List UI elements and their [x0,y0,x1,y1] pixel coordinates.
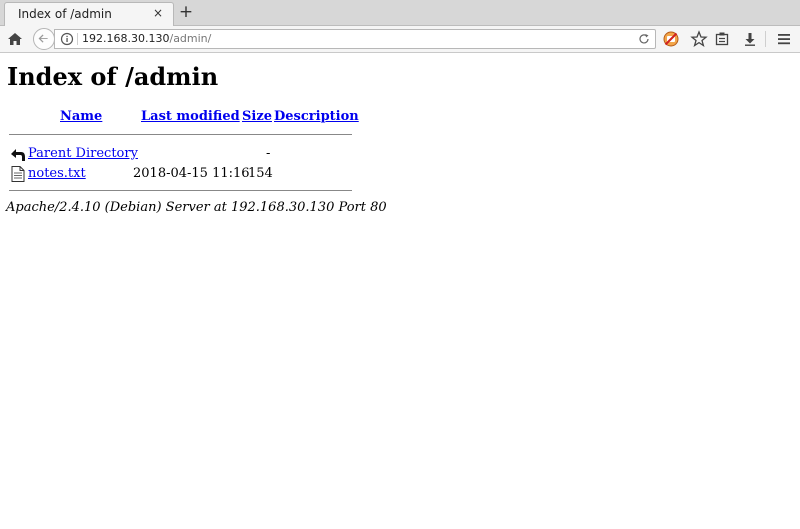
sort-by-last-modified-link[interactable]: Last modified [141,109,240,124]
page-content: Index of /admin Name Last modified Size … [0,54,800,529]
column-header-name[interactable]: Name [60,109,102,124]
back-button[interactable] [33,28,55,50]
list-item[interactable]: Parent Directory [28,146,138,161]
column-header-description[interactable]: Description [274,109,359,124]
footer-divider [9,190,352,191]
navigation-toolbar: 192.168.30.130/admin/ [0,26,800,53]
new-tab-icon[interactable]: + [177,3,195,21]
noscript-icon[interactable] [662,30,680,48]
text-file-icon [11,166,25,182]
download-icon[interactable] [741,30,759,48]
list-item[interactable]: notes.txt [28,166,86,181]
menu-hamburger-icon[interactable] [775,30,793,48]
url-bar[interactable]: 192.168.30.130/admin/ [54,29,656,49]
url-path: /admin/ [169,32,212,45]
row-modified: 2018-04-15 11:16 [133,166,250,181]
sort-by-description-link[interactable]: Description [274,109,359,124]
back-arrow-icon [38,34,48,43]
column-header-size[interactable]: Size [242,109,272,124]
tab-close-icon[interactable]: × [151,6,165,20]
bookmark-star-icon[interactable] [690,30,708,48]
parent-directory-link[interactable]: Parent Directory [28,146,138,161]
info-icon[interactable] [60,32,74,46]
back-icon [11,149,25,161]
notes-txt-link[interactable]: notes.txt [28,166,86,181]
column-header-last-modified[interactable]: Last modified [141,109,240,124]
row-size: - [266,146,271,161]
url-separator [77,33,78,45]
tab-title: Index of /admin [18,7,112,21]
row-size: 154 [248,166,273,181]
home-icon[interactable] [6,30,24,48]
tab-active[interactable]: Index of /admin × [4,2,174,27]
url-host: 192.168.30.130 [82,32,170,45]
page-title: Index of /admin [7,62,219,91]
sort-by-name-link[interactable]: Name [60,109,102,124]
reload-icon[interactable] [637,32,651,46]
url-text[interactable]: 192.168.30.130/admin/ [82,32,211,45]
server-signature: Apache/2.4.10 (Debian) Server at 192.168… [6,200,387,215]
header-divider [9,134,352,135]
reader-list-icon[interactable] [713,30,731,48]
toolbar-divider [765,31,766,47]
sort-by-size-link[interactable]: Size [242,109,272,124]
tab-strip: Index of /admin × + [0,0,800,27]
